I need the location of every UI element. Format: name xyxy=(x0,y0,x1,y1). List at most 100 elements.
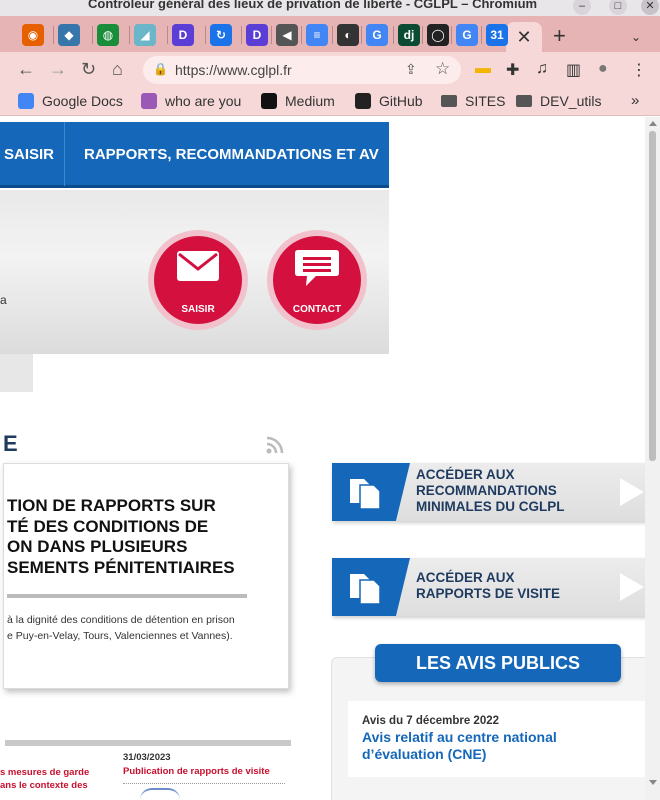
avis-item[interactable]: Avis du 7 décembre 2022 Avis relatif au … xyxy=(348,701,648,777)
bookmark-label: who are you xyxy=(165,93,242,109)
bookmark-label: DEV_utils xyxy=(540,93,602,109)
lock-icon[interactable]: 🔒 xyxy=(153,62,168,76)
feature-body: à la dignité des conditions de détention… xyxy=(7,614,235,642)
tab-separator xyxy=(205,26,206,44)
avis-date: Avis du 7 décembre 2022 xyxy=(362,715,500,727)
access-rapports-button[interactable]: ACCÉDER AUX RAPPORTS DE VISITE xyxy=(332,558,648,616)
nav-divider xyxy=(64,122,65,186)
maximize-icon[interactable]: □ xyxy=(609,0,627,15)
google-icon[interactable]: G xyxy=(366,24,388,46)
tab-separator xyxy=(422,26,423,44)
url-text[interactable]: https://www.cglpl.fr xyxy=(175,62,292,78)
firefox-icon[interactable]: ◉ xyxy=(22,24,44,46)
d-app-icon-2[interactable]: D xyxy=(246,24,268,46)
feature-divider xyxy=(7,594,247,598)
google-docs-icon[interactable]: ≡ xyxy=(306,24,328,46)
address-bar[interactable]: 🔒 https://www.cglpl.fr ⇪ ☆ xyxy=(143,56,461,84)
window-titlebar: Contrôleur général des lieux de privatio… xyxy=(0,0,660,16)
calendar-icon[interactable]: 31 xyxy=(486,24,508,46)
menu-kebab-icon[interactable]: ⋮ xyxy=(631,60,647,80)
d-app-icon[interactable]: D xyxy=(172,24,194,46)
new-tab-button[interactable]: + xyxy=(553,22,566,50)
tab-separator xyxy=(167,26,168,44)
folder-icon xyxy=(441,95,457,107)
tab-separator xyxy=(393,26,394,44)
play-arrow-icon xyxy=(620,478,644,506)
nav-item-saisir[interactable]: SAISIR xyxy=(4,146,54,163)
tab-strip: ✕ + ⌄ ◉ ◆ ◍ ◢ D ↻ D ◀ ≡ ◐ Gdj ◯ G 31 xyxy=(0,16,660,52)
close-window-icon[interactable]: ✕ xyxy=(641,0,659,15)
bird-icon[interactable]: ◢ xyxy=(134,24,156,46)
access-recommandations-button[interactable]: ACCÉDER AUX RECOMMANDATIONS MINIMALES DU… xyxy=(332,463,648,521)
close-tab-icon[interactable]: ✕ xyxy=(516,27,531,47)
tab-separator xyxy=(241,26,242,44)
news-divider xyxy=(5,740,291,746)
scroll-up-icon[interactable] xyxy=(649,121,657,126)
avis-title-link[interactable]: Avis relatif au centre national d’évalua… xyxy=(362,729,557,763)
profile-icon[interactable]: ● xyxy=(598,60,608,78)
google-docs-icon xyxy=(18,93,34,109)
bookmark-github[interactable]: GitHub xyxy=(355,93,423,109)
feature-card[interactable]: TION DE RAPPORTS SUR TÉ DES CONDITIONS D… xyxy=(3,463,289,689)
bookmark-star-icon[interactable]: ☆ xyxy=(435,59,450,79)
minimize-icon[interactable]: – xyxy=(573,0,591,15)
envelope-icon xyxy=(177,251,219,281)
contact-label: CONTACT xyxy=(292,304,342,315)
share-icon[interactable]: ⇪ xyxy=(405,61,417,78)
green-globe-icon[interactable]: ◍ xyxy=(97,24,119,46)
back-arrow-icon[interactable]: ← xyxy=(17,58,35,80)
github-icon xyxy=(355,93,371,109)
news-item-left-title[interactable]: s mesures de garde ans le contexte des xyxy=(0,766,89,792)
speaker-icon[interactable]: ◀ xyxy=(276,24,298,46)
media-icon[interactable]: ♫ xyxy=(536,60,548,78)
tab-active[interactable]: ✕ xyxy=(506,22,542,52)
window-title: Contrôleur général des lieux de privatio… xyxy=(88,0,538,11)
saisir-button[interactable]: SAISIR xyxy=(148,230,248,330)
bookmark-who-are-you[interactable]: who are you xyxy=(141,93,241,109)
puzzle-icon[interactable]: ✚ xyxy=(506,60,519,80)
scrollbar-thumb[interactable] xyxy=(649,131,656,461)
rss-icon[interactable] xyxy=(265,435,285,455)
sidepanel-icon[interactable]: ▥ xyxy=(566,60,581,80)
home-icon[interactable]: ⌂ xyxy=(112,58,123,80)
bookmark-dev-utils[interactable]: DEV_utils xyxy=(516,93,601,109)
page-scrollbar[interactable] xyxy=(645,117,660,800)
bookmark-medium[interactable]: Medium xyxy=(261,93,335,109)
saisir-button-circle: SAISIR xyxy=(154,236,242,324)
access-rapports-label: ACCÉDER AUX RAPPORTS DE VISITE xyxy=(416,570,561,601)
bookmark-label: SITES xyxy=(465,93,506,109)
globe-icon[interactable]: ◐ xyxy=(337,24,359,46)
browser-toolbar: ← → ↻ ⌂ 🔒 https://www.cglpl.fr ⇪ ☆ ▬ ✚ ♫ ▥ ●… xyxy=(0,52,660,88)
django-icon[interactable]: dj xyxy=(398,24,420,46)
reload-icon[interactable]: ↻ xyxy=(81,58,96,80)
banner-tab xyxy=(0,354,33,392)
github-icon[interactable]: ◯ xyxy=(427,24,449,46)
google-icon-2[interactable]: G xyxy=(456,24,478,46)
avis-header: LES AVIS PUBLICS xyxy=(375,644,621,682)
forward-arrow-icon[interactable]: → xyxy=(49,58,67,80)
nav-item-rapports[interactable]: RAPPORTS, RECOMMANDATIONS ET AV xyxy=(84,146,379,163)
tab-search-icon[interactable]: ⌄ xyxy=(631,30,641,44)
contact-button[interactable]: CONTACT xyxy=(267,230,367,330)
bookmarks-overflow-icon[interactable]: » xyxy=(631,92,639,109)
python-icon[interactable]: ◆ xyxy=(58,24,80,46)
play-arrow-icon xyxy=(620,573,644,601)
bookmark-google-docs[interactable]: Google Docs xyxy=(18,93,123,109)
tab-separator xyxy=(332,26,333,44)
bookmarks-bar: » Google Docs who are you Medium GitHub SITE… xyxy=(0,88,660,116)
tab-separator xyxy=(92,26,93,44)
tab-separator xyxy=(129,26,130,44)
tab-separator xyxy=(271,26,272,44)
extension-yellow-icon[interactable]: ▬ xyxy=(475,60,491,78)
saisir-label: SAISIR xyxy=(181,304,215,315)
documents-icon xyxy=(350,574,381,605)
web-page: SAISIR RAPPORTS, RECOMMANDATIONS ET AV S… xyxy=(0,117,660,800)
whoareyou-icon xyxy=(141,93,157,109)
scroll-down-icon[interactable] xyxy=(649,780,657,785)
feature-headline[interactable]: TION DE RAPPORTS SUR TÉ DES CONDITIONS D… xyxy=(7,496,247,578)
news-title[interactable]: Publication de rapports de visite xyxy=(123,766,270,777)
bookmark-sites[interactable]: SITES xyxy=(441,93,505,109)
news-thumbnail[interactable] xyxy=(140,788,180,800)
tab-separator xyxy=(53,26,54,44)
sync-icon[interactable]: ↻ xyxy=(210,24,232,46)
